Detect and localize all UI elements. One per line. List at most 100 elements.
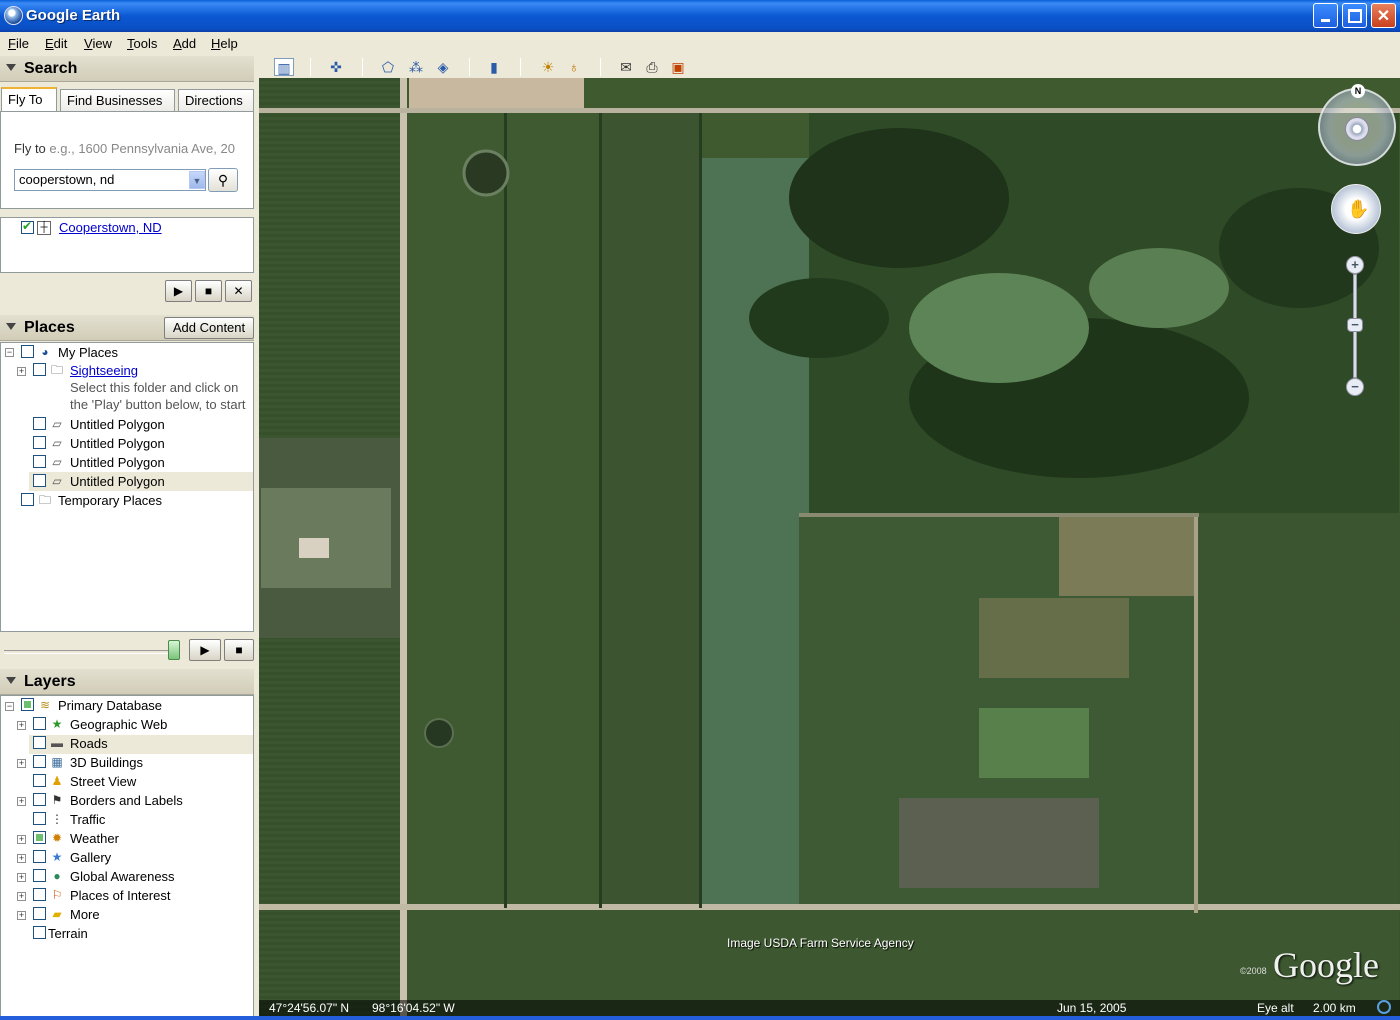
clear-button[interactable]: ✕ <box>225 280 252 302</box>
menu-view[interactable]: View <box>84 36 112 51</box>
my-places-checkbox[interactable] <box>21 345 34 358</box>
collapse-icon[interactable]: − <box>5 348 14 357</box>
layer-more[interactable]: More <box>70 907 100 922</box>
my-places-item[interactable]: My Places <box>58 345 118 360</box>
layer-checkbox[interactable] <box>33 774 46 787</box>
layer-places-of-interest[interactable]: Places of Interest <box>70 888 170 903</box>
layer-primary-database[interactable]: Primary Database <box>58 698 162 713</box>
menu-edit[interactable]: Edit <box>45 36 67 51</box>
temporary-places-item[interactable]: Temporary Places <box>58 493 162 508</box>
menu-tools[interactable]: Tools <box>127 36 157 51</box>
layer-global-awareness[interactable]: Global Awareness <box>70 869 175 884</box>
layer-street-view[interactable]: Street View <box>70 774 136 789</box>
view-in-maps-icon[interactable]: ▣ <box>668 58 688 76</box>
layer-checkbox[interactable] <box>33 812 46 825</box>
menu-help[interactable]: Help <box>211 36 238 51</box>
tour-slider-thumb[interactable] <box>168 640 180 660</box>
temporary-places-checkbox[interactable] <box>21 493 34 506</box>
chevron-down-icon[interactable]: ▼ <box>189 171 205 189</box>
expand-icon[interactable]: + <box>17 911 26 920</box>
collapse-icon[interactable]: − <box>5 702 14 711</box>
tab-find-businesses[interactable]: Find Businesses <box>60 89 175 112</box>
layer-checkbox[interactable] <box>33 717 46 730</box>
expand-icon[interactable]: + <box>17 835 26 844</box>
maximize-button[interactable] <box>1342 3 1367 28</box>
image-overlay-icon[interactable]: ◈ <box>433 58 453 76</box>
zoom-slider-thumb[interactable]: − <box>1347 318 1363 332</box>
search-panel-header[interactable]: Search <box>0 56 254 82</box>
expand-icon[interactable]: + <box>17 721 26 730</box>
compass-north-label[interactable]: N <box>1351 84 1365 98</box>
layer-roads[interactable]: Roads <box>70 736 108 751</box>
layer-checkbox[interactable] <box>33 869 46 882</box>
layer-checkbox[interactable] <box>21 698 34 711</box>
planets-icon[interactable]: ♁ <box>564 58 584 76</box>
places-play-button[interactable]: ▶ <box>189 639 221 661</box>
layer-checkbox[interactable] <box>33 831 46 844</box>
layer-checkbox[interactable] <box>33 793 46 806</box>
move-joystick[interactable]: ✋ <box>1331 184 1381 234</box>
expand-icon[interactable]: + <box>17 367 26 376</box>
print-icon[interactable]: ⎙ <box>642 58 662 76</box>
layer-borders-and-labels[interactable]: Borders and Labels <box>70 793 183 808</box>
email-icon[interactable]: ✉ <box>616 58 636 76</box>
layers-panel-header[interactable]: Layers <box>0 669 254 695</box>
polygon-item[interactable]: Untitled Polygon <box>70 474 165 489</box>
fly-to-input[interactable]: cooperstown, nd <box>14 169 206 191</box>
tour-slider[interactable] <box>4 650 180 654</box>
tab-directions[interactable]: Directions <box>178 89 254 112</box>
sightseeing-item[interactable]: Sightseeing <box>70 363 138 378</box>
layer-checkbox[interactable] <box>33 926 46 939</box>
layer-checkbox[interactable] <box>33 755 46 768</box>
layer-checkbox[interactable] <box>33 736 46 749</box>
layer-3d-buildings[interactable]: 3D Buildings <box>70 755 143 770</box>
earth-view[interactable] <box>259 78 1400 1016</box>
expand-icon[interactable]: + <box>17 892 26 901</box>
layer-weather[interactable]: Weather <box>70 831 119 846</box>
polygon-checkbox[interactable] <box>33 474 46 487</box>
polygon-checkbox[interactable] <box>33 436 46 449</box>
zoom-out-button[interactable]: − <box>1346 378 1364 396</box>
polygon-checkbox[interactable] <box>33 455 46 468</box>
collapse-triangle-icon[interactable] <box>6 323 16 330</box>
layer-traffic[interactable]: Traffic <box>70 812 105 827</box>
search-button[interactable]: ⚲ <box>208 168 238 192</box>
path-icon[interactable]: ⁂ <box>406 58 426 76</box>
polygon-item[interactable]: Untitled Polygon <box>70 455 165 470</box>
layer-checkbox[interactable] <box>33 888 46 901</box>
satellite-imagery[interactable] <box>259 78 1400 1016</box>
expand-icon[interactable]: + <box>17 759 26 768</box>
polygon-item[interactable]: Untitled Polygon <box>70 436 165 451</box>
places-stop-button[interactable]: ■ <box>224 639 254 661</box>
layer-checkbox[interactable] <box>33 907 46 920</box>
menu-file[interactable]: File <box>8 36 29 51</box>
sunlight-icon[interactable]: ☀ <box>538 58 558 76</box>
layer-gallery[interactable]: Gallery <box>70 850 111 865</box>
result-checkbox[interactable] <box>21 219 34 234</box>
sightseeing-checkbox[interactable] <box>33 363 46 376</box>
tab-fly-to[interactable]: Fly To <box>1 87 57 112</box>
ruler-icon[interactable]: ▮ <box>484 58 504 76</box>
layer-terrain[interactable]: Terrain <box>48 926 88 941</box>
collapse-triangle-icon[interactable] <box>6 64 16 71</box>
close-button[interactable]: ✕ <box>1371 3 1396 28</box>
expand-icon[interactable]: + <box>17 854 26 863</box>
stop-button[interactable]: ■ <box>195 280 222 302</box>
polygon-icon[interactable]: ⬠ <box>378 58 398 76</box>
menu-add[interactable]: Add <box>173 36 196 51</box>
play-button[interactable]: ▶ <box>165 280 192 302</box>
result-cooperstown[interactable]: Cooperstown, ND <box>59 220 162 235</box>
sidebar-toggle-icon[interactable]: ▥ <box>274 58 294 76</box>
expand-icon[interactable]: + <box>17 797 26 806</box>
layer-checkbox[interactable] <box>33 850 46 863</box>
layer-geographic-web[interactable]: Geographic Web <box>70 717 167 732</box>
zoom-in-button[interactable]: + <box>1346 256 1364 274</box>
minimize-button[interactable] <box>1313 3 1338 28</box>
collapse-triangle-icon[interactable] <box>6 677 16 684</box>
polygon-item[interactable]: Untitled Polygon <box>70 417 165 432</box>
expand-icon[interactable]: + <box>17 873 26 882</box>
polygon-checkbox[interactable] <box>33 417 46 430</box>
look-joystick[interactable]: N <box>1318 84 1396 166</box>
placemark-icon[interactable]: ✜ <box>326 58 346 76</box>
add-content-button[interactable]: Add Content <box>164 317 254 339</box>
